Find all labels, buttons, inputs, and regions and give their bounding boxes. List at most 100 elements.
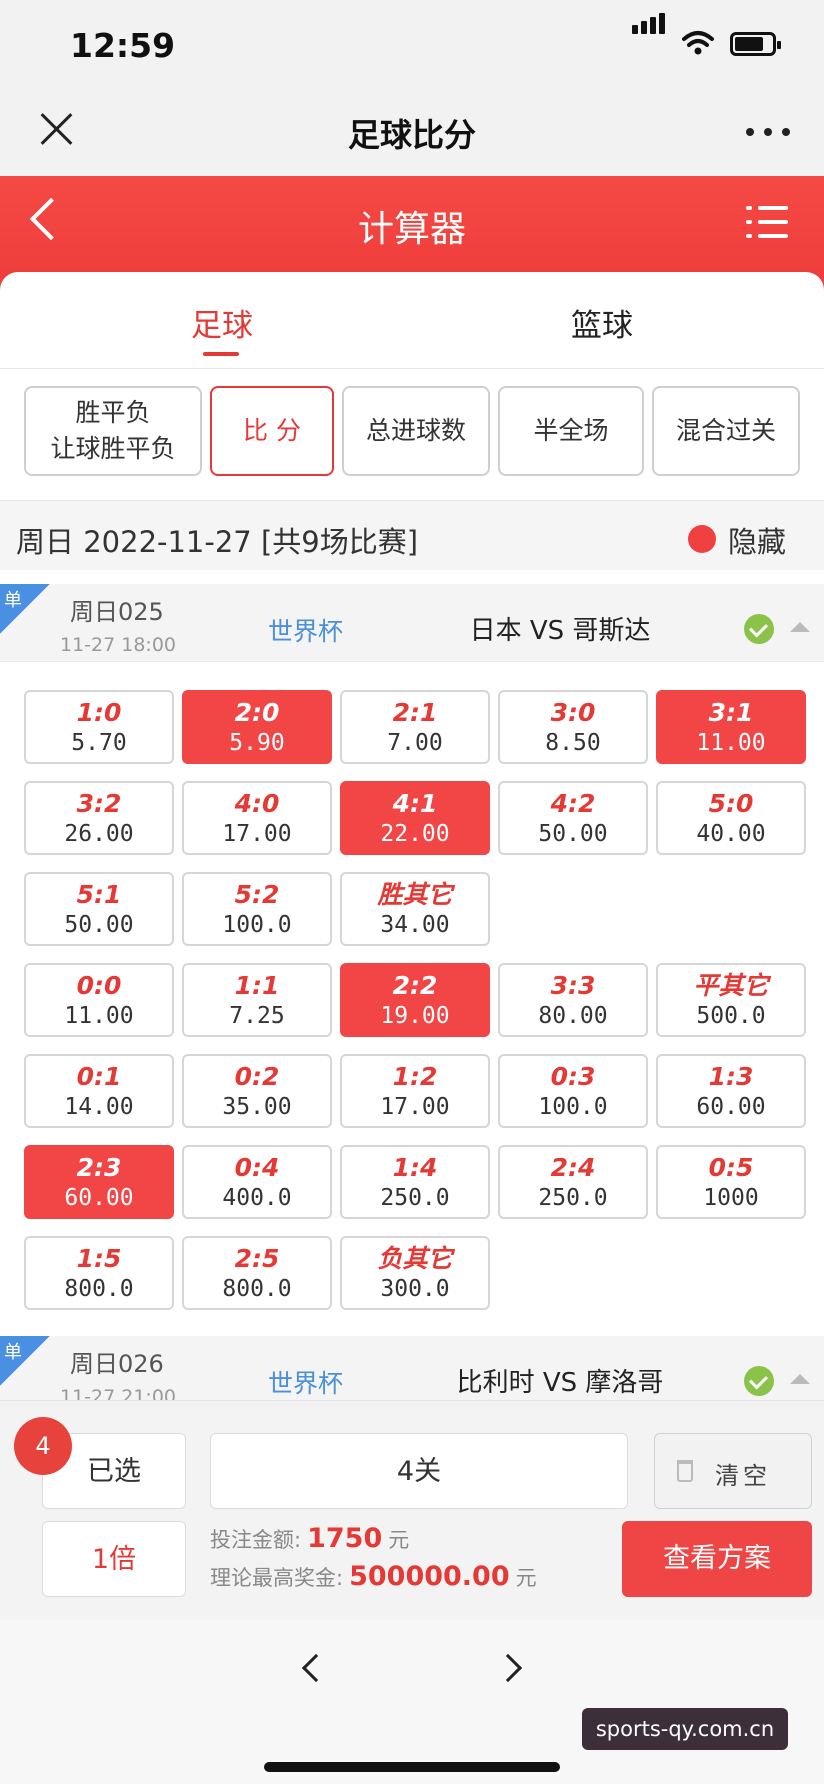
- play-type-label: 混合过关: [675, 416, 776, 445]
- browser-bar: 足球比分: [0, 90, 824, 176]
- score-label: 5:1: [76, 880, 122, 909]
- score-odds-cell[interactable]: 0:3 100.0: [498, 1054, 648, 1128]
- odds-value: 22.00: [380, 821, 450, 847]
- match-header[interactable]: 单 周日025 11-27 18:00 世界杯 日本 VS 哥斯达: [0, 584, 824, 662]
- score-odds-cell[interactable]: 5:1 50.00: [24, 872, 174, 946]
- chevron-left-icon[interactable]: [301, 1653, 331, 1683]
- score-odds-cell[interactable]: 1:2 17.00: [340, 1054, 490, 1128]
- status-bar: 12:59: [0, 0, 824, 90]
- score-odds-cell[interactable]: 平其它 500.0: [656, 963, 806, 1037]
- score-label: 1:2: [392, 1062, 438, 1091]
- odds-value: 250.0: [538, 1185, 608, 1211]
- score-odds-cell[interactable]: 4:0 17.00: [182, 781, 332, 855]
- score-odds-cell[interactable]: 3:1 11.00: [656, 690, 806, 764]
- view-plan-button[interactable]: 查看方案: [622, 1521, 812, 1597]
- score-odds-cell[interactable]: 0:2 35.00: [182, 1054, 332, 1128]
- score-odds-cell[interactable]: 3:3 80.00: [498, 963, 648, 1037]
- score-label: 0:1: [76, 1062, 122, 1091]
- collapse-icon[interactable]: [790, 622, 810, 632]
- odds-value: 800.0: [64, 1276, 134, 1302]
- odds-value: 80.00: [538, 1003, 608, 1029]
- odds-value: 60.00: [696, 1094, 766, 1120]
- score-odds-cell[interactable]: 2:2 19.00: [340, 963, 490, 1037]
- check-icon[interactable]: [744, 1366, 774, 1396]
- play-type-win-draw-lose[interactable]: 胜平负 让球胜平负: [24, 386, 202, 476]
- odds-value: 8.50: [545, 730, 601, 756]
- score-odds-cell[interactable]: 2:1 7.00: [340, 690, 490, 764]
- score-odds-cell[interactable]: 0:5 1000: [656, 1145, 806, 1219]
- odds-value: 35.00: [222, 1094, 292, 1120]
- score-label: 0:5: [708, 1153, 754, 1182]
- tab-football[interactable]: 足球: [142, 300, 302, 345]
- app-screen: 12:59 足球比分 计算器 足球 篮球 胜平负 让球胜平负 比 分 总进球数 …: [0, 0, 824, 1784]
- score-odds-cell[interactable]: 0:4 400.0: [182, 1145, 332, 1219]
- odds-value: 50.00: [538, 821, 608, 847]
- odds-value: 5.90: [229, 730, 285, 756]
- score-odds-cell[interactable]: 3:2 26.00: [24, 781, 174, 855]
- score-label: 2:0: [234, 698, 280, 727]
- score-label: 0:4: [234, 1153, 280, 1182]
- collapse-icon[interactable]: [790, 1374, 810, 1384]
- play-type-mixed[interactable]: 混合过关: [652, 386, 800, 476]
- clear-button[interactable]: 清空: [654, 1433, 812, 1509]
- battery-icon: [730, 32, 781, 56]
- multiple-input[interactable]: 1倍: [42, 1521, 186, 1597]
- date-bar: 周日 2022-11-27 [共9场比赛] 隐藏: [0, 500, 824, 570]
- play-type-half-full[interactable]: 半全场: [498, 386, 644, 476]
- score-odds-cell[interactable]: 0:1 14.00: [24, 1054, 174, 1128]
- score-odds-cell[interactable]: 5:2 100.0: [182, 872, 332, 946]
- menu-icon[interactable]: [746, 204, 788, 240]
- score-odds-cell[interactable]: 1:0 5.70: [24, 690, 174, 764]
- score-label: 1:4: [392, 1153, 438, 1182]
- score-label: 4:0: [234, 789, 280, 818]
- score-label: 0:2: [234, 1062, 280, 1091]
- odds-value: 7.00: [387, 730, 443, 756]
- play-type-total-goals[interactable]: 总进球数: [342, 386, 490, 476]
- bet-amount-line: 投注金额: 1750 元: [210, 1523, 410, 1554]
- score-odds-cell[interactable]: 负其它 300.0: [340, 1236, 490, 1310]
- home-indicator: [264, 1762, 560, 1772]
- pass-type-label: 4关: [396, 1456, 442, 1487]
- odds-value: 50.00: [64, 912, 134, 938]
- play-type-score[interactable]: 比 分: [210, 386, 334, 476]
- odds-value: 17.00: [380, 1094, 450, 1120]
- hide-dot-icon[interactable]: [688, 525, 716, 553]
- score-odds-cell[interactable]: 1:5 800.0: [24, 1236, 174, 1310]
- score-odds-cell[interactable]: 1:3 60.00: [656, 1054, 806, 1128]
- score-label: 2:4: [550, 1153, 596, 1182]
- score-odds-cell[interactable]: 2:3 60.00: [24, 1145, 174, 1219]
- watermark: sports-qy.com.cn: [582, 1708, 788, 1750]
- more-icon[interactable]: [746, 128, 790, 136]
- score-odds-cell[interactable]: 5:0 40.00: [656, 781, 806, 855]
- match-code: 周日025: [70, 598, 164, 626]
- score-label: 2:5: [234, 1244, 280, 1273]
- score-label: 5:2: [234, 880, 280, 909]
- pass-type-select[interactable]: 4关: [210, 1433, 628, 1509]
- odds-value: 7.25: [229, 1003, 285, 1029]
- hide-toggle[interactable]: 隐藏: [728, 519, 786, 561]
- match-header[interactable]: 单 周日026 11-27 21:00 世界杯 比利时 VS 摩洛哥: [0, 1336, 824, 1405]
- check-icon[interactable]: [744, 614, 774, 644]
- score-odds-cell[interactable]: 1:4 250.0: [340, 1145, 490, 1219]
- score-odds-cell[interactable]: 4:2 50.00: [498, 781, 648, 855]
- chevron-right-icon[interactable]: [493, 1653, 523, 1683]
- score-odds-cell[interactable]: 0:0 11.00: [24, 963, 174, 1037]
- odds-value: 400.0: [222, 1185, 292, 1211]
- score-label: 3:2: [76, 789, 122, 818]
- score-odds-cell[interactable]: 4:1 22.00: [340, 781, 490, 855]
- score-odds-cell[interactable]: 2:4 250.0: [498, 1145, 648, 1219]
- tab-active-indicator: [203, 352, 239, 356]
- score-odds-cell[interactable]: 2:5 800.0: [182, 1236, 332, 1310]
- tab-basketball[interactable]: 篮球: [522, 300, 682, 345]
- odds-value: 19.00: [380, 1003, 450, 1029]
- score-odds-cell[interactable]: 3:0 8.50: [498, 690, 648, 764]
- single-badge-icon: 单: [0, 584, 50, 634]
- selected-count-badge: 4: [14, 1417, 72, 1475]
- score-odds-cell[interactable]: 1:1 7.25: [182, 963, 332, 1037]
- odds-value: 800.0: [222, 1276, 292, 1302]
- odds-value: 34.00: [380, 912, 450, 938]
- match-league: 世界杯: [268, 1369, 344, 1398]
- score-odds-cell[interactable]: 胜其它 34.00: [340, 872, 490, 946]
- score-odds-cell[interactable]: 2:0 5.90: [182, 690, 332, 764]
- score-label: 0:0: [76, 971, 122, 1000]
